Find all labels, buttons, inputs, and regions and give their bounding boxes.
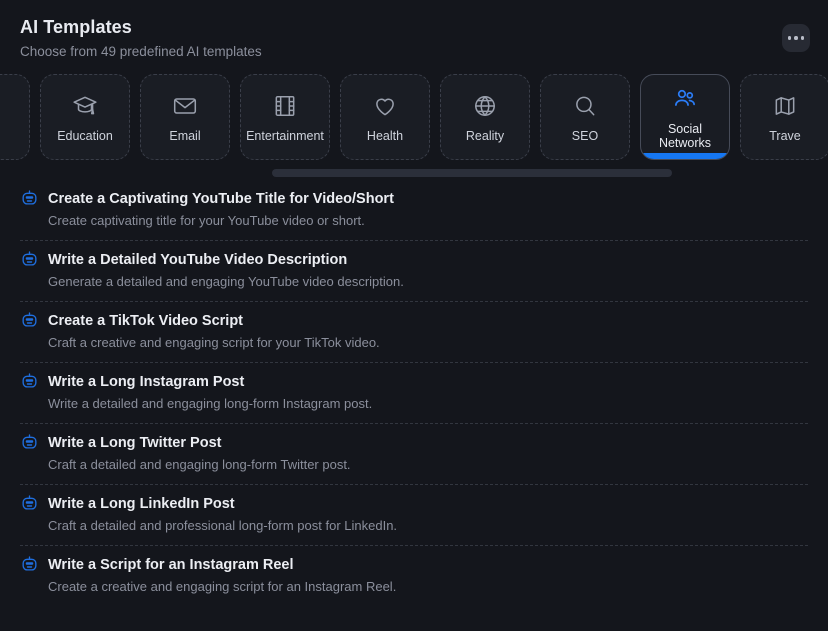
template-list: Create a Captivating YouTube Title for V… [0,180,828,631]
category-tab-label: Reality [465,129,505,143]
robot-icon [20,433,39,452]
robot-icon [20,250,39,269]
category-tab-label: Health [366,129,404,143]
category-tab-seo[interactable]: SEO [540,74,630,160]
envelope-icon [172,91,198,121]
template-item-header: Write a Long Instagram Post [20,372,808,391]
page-title: AI Templates [20,17,132,37]
template-item-header: Write a Script for an Instagram Reel [20,555,808,574]
category-tab-label: Education [57,129,113,143]
template-title: Create a Captivating YouTube Title for V… [48,190,394,207]
template-item-header: Create a TikTok Video Script [20,311,808,330]
template-list-item[interactable]: Write a Long Instagram Post Write a deta… [20,363,808,424]
template-title: Create a TikTok Video Script [48,312,244,329]
template-title: Write a Long Instagram Post [48,373,245,390]
category-tabs[interactable]: Education Email Entertainment Health Rea… [0,74,828,164]
template-description: Write a detailed and engaging long-form … [48,396,373,411]
category-tab-education[interactable]: Education [40,74,130,160]
category-tab-email[interactable]: Email [140,74,230,160]
category-tab-partial[interactable] [0,74,30,160]
template-list-item[interactable]: Write a Detailed YouTube Video Descripti… [20,241,808,302]
film-strip-icon [272,91,298,121]
category-tab-label: Entertainment [246,129,324,143]
more-options-button[interactable] [782,24,810,52]
template-description: Craft a detailed and professional long-f… [48,518,398,533]
category-tab-reality[interactable]: Reality [440,74,530,160]
graduation-cap-icon [72,91,98,121]
users-icon [672,84,698,114]
template-description: Create a creative and engaging script fo… [48,579,397,594]
template-title: Write a Long LinkedIn Post [48,495,235,512]
template-title: Write a Script for an Instagram Reel [48,556,294,573]
globe-icon [472,91,498,121]
category-tab-label: Social Networks [658,122,712,150]
heart-icon [372,91,398,121]
robot-icon [20,372,39,391]
template-description: Craft a detailed and engaging long-form … [48,457,351,472]
template-description: Create captivating title for your YouTub… [48,213,365,228]
robot-icon [20,555,39,574]
template-description: Generate a detailed and engaging YouTube… [48,274,404,289]
template-list-item[interactable]: Create a TikTok Video Script Craft a cre… [20,302,808,363]
ellipsis-icon [794,36,798,40]
tabs-scrollbar-track[interactable] [0,166,828,180]
robot-icon [20,494,39,513]
category-tabs-region: Education Email Entertainment Health Rea… [0,68,828,180]
template-item-header: Write a Long Twitter Post [20,433,808,452]
category-tab-entertainment[interactable]: Entertainment [240,74,330,160]
ellipsis-icon [800,36,805,40]
magnifier-icon [572,91,598,121]
ai-templates-screen: AI Templates Choose from 49 predefined A… [0,0,828,631]
category-tab-health[interactable]: Health [340,74,430,160]
template-item-header: Write a Detailed YouTube Video Descripti… [20,250,808,269]
category-tab-social-networks[interactable]: Social Networks [640,74,730,160]
robot-icon [20,311,39,330]
template-list-item[interactable]: Create a Captivating YouTube Title for V… [20,180,808,241]
robot-icon [20,189,39,208]
category-tab-travel[interactable]: Trave [740,74,828,160]
template-list-item[interactable]: Write a Long Twitter Post Craft a detail… [20,424,808,485]
map-icon [772,91,798,121]
page-subtitle: Choose from 49 predefined AI templates [20,44,262,59]
template-title: Write a Detailed YouTube Video Descripti… [48,251,348,268]
active-tab-indicator [641,153,729,159]
category-tab-label: SEO [571,129,599,143]
template-item-header: Create a Captivating YouTube Title for V… [20,189,808,208]
ellipsis-icon [787,36,792,40]
template-description: Craft a creative and engaging script for… [48,335,380,350]
template-list-item[interactable]: Write a Long LinkedIn Post Craft a detai… [20,485,808,546]
header: AI Templates Choose from 49 predefined A… [0,0,828,68]
template-item-header: Write a Long LinkedIn Post [20,494,808,513]
template-title: Write a Long Twitter Post [48,434,222,451]
category-tab-label: Trave [769,129,801,143]
template-list-item[interactable]: Write a Script for an Instagram Reel Cre… [20,546,808,606]
category-tab-label: Email [169,129,201,143]
tabs-scrollbar-thumb[interactable] [272,169,672,177]
